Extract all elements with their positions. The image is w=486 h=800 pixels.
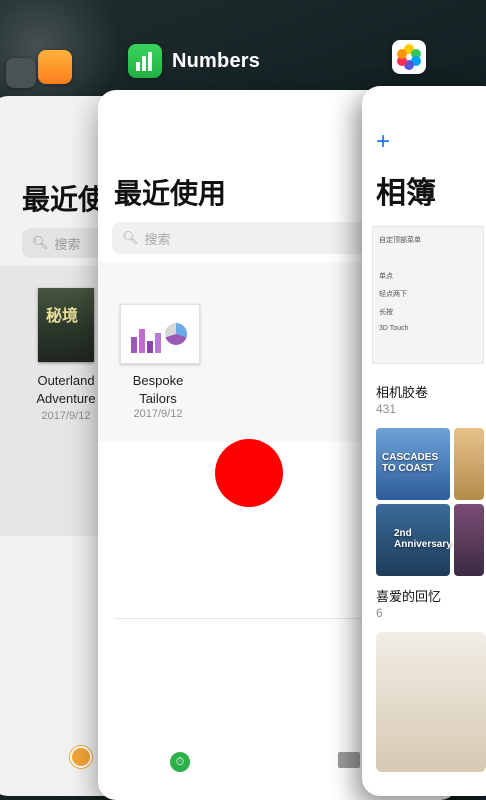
pages-doc-name-line2: Adventure — [36, 391, 96, 406]
favorite-memories-label[interactable]: 喜爱的回忆 — [376, 586, 441, 605]
thumb-bar — [155, 333, 161, 353]
camera-roll-label[interactable]: 相机胶卷 — [376, 382, 428, 401]
pages-doc-name[interactable]: Outerland Adventure — [26, 372, 106, 408]
settings-line: 自定顶部菜单 — [379, 237, 421, 244]
pages-doc-thumbnail[interactable]: 秘境 — [38, 288, 94, 362]
pages-search-placeholder: 搜索 — [54, 236, 81, 252]
settings-line: 3D Touch — [379, 325, 409, 332]
numbers-doc-name-line2: Tailors — [139, 391, 177, 406]
folder-icon[interactable] — [338, 752, 360, 768]
pages-recent-title: 最近使 — [22, 184, 107, 215]
photos-albums-title: 相簿 — [376, 177, 436, 210]
settings-line: 单点 — [379, 273, 393, 280]
search-icon: 🔍︎ — [32, 235, 49, 250]
numbers-doc-thumbnail[interactable] — [120, 304, 200, 364]
red-dot-indicator — [215, 439, 283, 507]
add-album-icon[interactable]: + — [376, 130, 390, 154]
photo-tile[interactable] — [454, 428, 484, 500]
pages-doc-date: 2017/9/12 — [41, 410, 91, 422]
favorite-memories-count: 6 — [376, 606, 383, 620]
numbers-doc-name-line1: Bespoke — [132, 373, 184, 388]
photos-icon[interactable] — [392, 40, 426, 74]
thumb-pie — [165, 323, 187, 345]
search-icon: 🔍︎ — [122, 230, 139, 245]
numbers-bars-icon — [136, 52, 152, 71]
clock-tab-icon[interactable]: ⏱ — [170, 752, 190, 772]
pages-doc-thumbnail-text: 秘境 — [46, 308, 79, 325]
app-name-numbers: Numbers — [172, 50, 261, 72]
thumb-bar — [131, 337, 137, 353]
thumb-bar — [139, 329, 145, 353]
clock-tab-icon[interactable] — [70, 746, 92, 768]
thumb-bar — [147, 341, 153, 353]
photos-app-card[interactable]: + 相簿 自定顶部菜单 单点 轻点两下 长按 3D Touch 相机胶卷 431… — [362, 86, 486, 796]
numbers-recent-title: 最近使用 — [114, 178, 227, 209]
settings-line: 长按 — [379, 309, 393, 316]
numbers-doc-name[interactable]: Bespoke Tailors — [108, 372, 208, 408]
tile-text: CASCADES TO COAST — [382, 452, 439, 474]
photos-flower-icon — [397, 44, 421, 70]
settings-line: 轻点两下 — [379, 291, 407, 298]
photo-tile[interactable]: CASCADES TO COAST — [376, 428, 450, 500]
memory-thumbnail[interactable] — [376, 632, 486, 772]
pages-doc-name-line1: Outerland — [37, 373, 95, 388]
numbers-icon[interactable] — [128, 44, 162, 78]
photo-tile[interactable]: 2nd Anniversary — [376, 504, 452, 576]
numbers-search-placeholder: 搜索 — [144, 231, 171, 247]
numbers-doc-date: 2017/9/12 — [133, 408, 183, 420]
camera-icon[interactable] — [6, 58, 36, 88]
photo-tile[interactable] — [454, 504, 484, 576]
tile-text: 2nd Anniversary — [394, 528, 452, 550]
pages-icon[interactable] — [38, 50, 72, 84]
camera-roll-count: 431 — [376, 402, 397, 416]
settings-preview-panel: 自定顶部菜单 单点 轻点两下 长按 3D Touch — [372, 226, 484, 364]
